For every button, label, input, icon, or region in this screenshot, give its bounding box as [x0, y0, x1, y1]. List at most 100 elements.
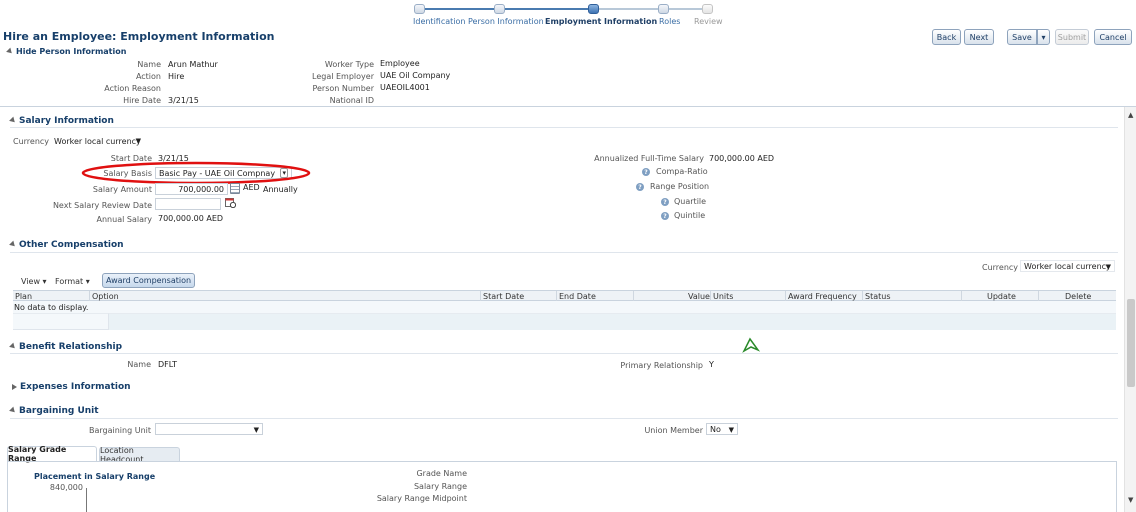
dropdown-arrow-icon: ▼ — [728, 426, 734, 434]
scroll-down-icon[interactable]: ▼ — [1128, 496, 1133, 504]
expenses-information-header[interactable]: Expenses Information — [12, 382, 131, 392]
union-member-select[interactable]: No ▼ — [706, 423, 738, 435]
collapse-triangle-icon — [9, 240, 17, 249]
column-header-option[interactable]: Option — [92, 292, 119, 301]
salary-grade-range-panel — [7, 461, 1117, 512]
scroll-thumb[interactable] — [1127, 299, 1135, 387]
back-button[interactable]: Back — [932, 29, 961, 45]
column-header-plan[interactable]: Plan — [15, 292, 32, 301]
bargaining-unit-label: Bargaining Unit — [88, 426, 151, 435]
person-number-value: UAEOIL4001 — [380, 83, 430, 92]
action-value: Hire — [168, 72, 185, 81]
primary-relationship-value: Y — [709, 360, 714, 369]
action-reason-label: Action Reason — [104, 84, 161, 93]
column-header-status[interactable]: Status — [865, 292, 891, 301]
worker-type-value: Employee — [380, 59, 420, 68]
other-comp-table-body: No data to display. — [13, 301, 1116, 330]
tab-location-headcount[interactable]: Location Headcount — [99, 446, 180, 464]
other-compensation-header[interactable]: Other Compensation — [9, 240, 124, 250]
scroll-up-icon[interactable]: ▲ — [1128, 111, 1133, 119]
save-menu-chevron-down-icon[interactable]: ▾ — [1037, 29, 1050, 45]
primary-relationship-label: Primary Relationship — [620, 361, 703, 370]
salary-currency-select[interactable]: Worker local currency ▼ — [51, 135, 144, 147]
salary-information-header[interactable]: Salary Information — [9, 116, 114, 126]
legal-employer-label: Legal Employer — [312, 72, 374, 81]
salary-amount-frequency: Annually — [263, 185, 298, 194]
dropdown-arrow-icon: ▼ — [135, 137, 141, 145]
collapse-triangle-icon — [9, 342, 17, 351]
quartile-label: Quartile — [674, 197, 707, 206]
view-menu[interactable]: View ▾ — [21, 277, 47, 286]
national-id-label: National ID — [329, 96, 374, 105]
calculator-icon[interactable] — [230, 183, 240, 194]
column-header-update[interactable]: Update — [987, 292, 1016, 301]
cancel-button[interactable]: Cancel — [1094, 29, 1132, 45]
range-position-label: Range Position — [650, 182, 710, 191]
bargaining-unit-select[interactable]: ▼ — [155, 423, 263, 435]
dropdown-arrow-icon: ▼ — [1105, 263, 1111, 271]
person-number-label: Person Number — [312, 84, 374, 93]
help-icon[interactable]: ? — [642, 168, 650, 176]
compa-ratio-label: Compa-Ratio — [656, 167, 708, 176]
column-header-value[interactable]: Value — [688, 292, 710, 301]
salary-amount-currency: AED — [243, 183, 260, 192]
action-label: Action — [135, 72, 161, 81]
train-step-identification[interactable]: Identification — [413, 17, 465, 26]
hide-person-information-toggle[interactable]: Hide Person Information — [6, 47, 126, 56]
help-icon[interactable]: ? — [661, 212, 669, 220]
award-compensation-button[interactable]: Award Compensation — [102, 273, 195, 288]
next-salary-review-date-input[interactable] — [155, 198, 221, 210]
hire-date-value: 3/21/15 — [168, 96, 199, 105]
salary-amount-label: Salary Amount — [92, 185, 152, 194]
train-step-employment-information-icon[interactable] — [588, 4, 599, 14]
hire-date-label: Hire Date — [123, 96, 161, 105]
bargaining-unit-header[interactable]: Bargaining Unit — [9, 406, 99, 416]
collapse-triangle-icon — [9, 116, 17, 125]
quintile-label: Quintile — [674, 211, 706, 220]
collapse-triangle-icon — [6, 47, 14, 56]
column-header-delete[interactable]: Delete — [1065, 292, 1091, 301]
train-step-roles-icon[interactable] — [658, 4, 669, 14]
main-scrollbar[interactable]: ▲ ▼ — [1124, 107, 1136, 512]
next-salary-review-date-label: Next Salary Review Date — [52, 201, 152, 210]
train-step-review-icon — [702, 4, 713, 14]
next-button[interactable]: Next — [964, 29, 994, 45]
worker-type-label: Worker Type — [324, 60, 374, 69]
help-icon[interactable]: ? — [636, 183, 644, 191]
save-button[interactable]: Save — [1007, 29, 1037, 45]
grade-name-label: Grade Name — [416, 469, 467, 478]
salary-amount-input[interactable]: 700,000.00 — [155, 183, 228, 195]
placement-axis-line — [86, 488, 87, 512]
train-step-person-information[interactable]: Person Information — [468, 17, 544, 26]
annual-salary-label: Annual Salary — [96, 215, 152, 224]
train-step-person-information-icon[interactable] — [494, 4, 505, 14]
name-label: Name — [137, 60, 161, 69]
legal-employer-value: UAE Oil Company — [380, 71, 451, 80]
empty-table-message: No data to display. — [14, 303, 89, 312]
column-header-start-date[interactable]: Start Date — [483, 292, 524, 301]
train-step-identification-icon[interactable] — [414, 4, 425, 14]
train-step-employment-information: Employment Information — [545, 17, 658, 26]
train-step-roles[interactable]: Roles — [659, 17, 680, 26]
mouse-cursor-icon — [742, 337, 760, 353]
help-icon[interactable]: ? — [661, 198, 669, 206]
union-member-label: Union Member — [644, 426, 703, 435]
column-header-award-frequency[interactable]: Award Frequency — [788, 292, 857, 301]
name-value: Arun Mathur — [168, 60, 218, 69]
benefit-name-label: Name — [127, 360, 151, 369]
column-header-end-date[interactable]: End Date — [559, 292, 596, 301]
placement-in-salary-range-title: Placement in Salary Range — [34, 472, 156, 481]
calendar-icon[interactable] — [225, 197, 237, 209]
format-menu[interactable]: Format ▾ — [55, 277, 90, 286]
benefit-relationship-header[interactable]: Benefit Relationship — [9, 342, 122, 352]
dropdown-arrow-icon: ▼ — [253, 426, 259, 434]
placement-axis-top-label: 840,000 — [49, 483, 83, 492]
annual-salary-value: 700,000.00 AED — [158, 214, 224, 223]
other-comp-currency-select[interactable]: Worker local currency ▼ — [1020, 260, 1115, 272]
benefit-name-value: DFLT — [158, 360, 178, 369]
salary-range-label: Salary Range — [413, 482, 467, 491]
other-comp-table-header: Plan Option Start Date End Date Value Un… — [13, 290, 1116, 302]
tab-salary-grade-range[interactable]: Salary Grade Range — [7, 445, 97, 463]
column-header-units[interactable]: Units — [713, 292, 733, 301]
salary-range-midpoint-label: Salary Range Midpoint — [376, 494, 467, 503]
